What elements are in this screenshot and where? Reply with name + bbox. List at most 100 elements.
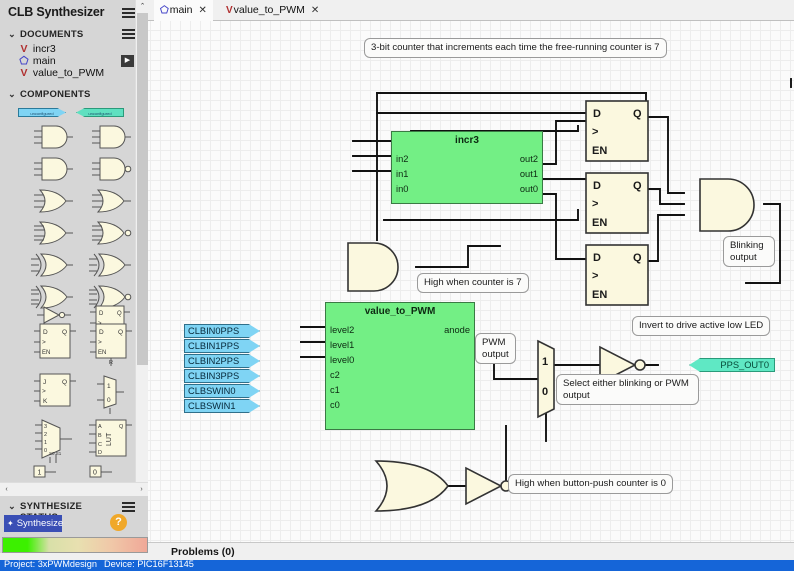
comment-high-when-counter-7[interactable]: High when counter is 7 <box>417 273 529 293</box>
play-icon[interactable]: ▶ <box>121 55 134 67</box>
svg-text:Q: Q <box>633 108 642 120</box>
scroll-up-arrow-icon[interactable]: ⌃ <box>136 0 148 13</box>
tab-main[interactable]: ⬠main ✕ <box>154 0 213 21</box>
port-anode[interactable]: anode <box>444 325 470 335</box>
tab-label: main <box>169 4 193 16</box>
wand-icon: ✦ <box>7 519 14 528</box>
palette-nor-gate-2[interactable] <box>90 218 132 248</box>
sidebar-vertical-scrollbar[interactable]: ⌃ ⌄ <box>135 0 148 490</box>
port-in2[interactable]: in2 <box>396 154 408 164</box>
svg-text:>: > <box>42 388 46 395</box>
svg-text:>: > <box>592 270 598 282</box>
comment-invert-led[interactable]: Invert to drive active low LED <box>632 316 771 336</box>
palette-xor-gate-2[interactable] <box>88 250 132 280</box>
palette-lut[interactable]: A B C D Q LUT <box>86 416 132 464</box>
svg-text:D: D <box>593 180 601 192</box>
sidebar-scroll-thumb[interactable] <box>137 13 148 365</box>
palette-nand-gate-2[interactable] <box>90 154 132 184</box>
svg-text:K: K <box>43 398 48 405</box>
port-c0[interactable]: c0 <box>330 400 340 410</box>
document-item-value-to-pwm[interactable]: V value_to_PWM <box>18 67 104 81</box>
comment-select-blink-pwm[interactable]: Select either blinking or PWM output <box>556 374 699 405</box>
port-level1[interactable]: level1 <box>330 340 354 350</box>
chevron-down-icon: ⌄ <box>8 89 16 99</box>
svg-text:Q: Q <box>117 311 122 317</box>
help-badge[interactable]: ? <box>110 514 127 531</box>
scroll-right-arrow-icon[interactable]: › <box>135 483 148 496</box>
palette-mux-2to1[interactable]: 1 0 <box>94 370 128 416</box>
port-c1[interactable]: c1 <box>330 385 340 395</box>
tab-value-to-pwm[interactable]: Vvalue_to_PWM ✕ <box>220 0 325 21</box>
main-menu-icon[interactable] <box>122 8 135 19</box>
input-pin-clbin3pps[interactable]: CLBIN3PPS <box>184 369 260 383</box>
comment-blinking-output[interactable]: Blinking output <box>723 236 775 267</box>
input-pin-clbswin1[interactable]: CLBSWIN1 <box>184 399 260 413</box>
problems-bar[interactable]: Problems (0) <box>148 542 794 560</box>
palette-and-gate-2[interactable] <box>90 122 132 152</box>
synthesize-button[interactable]: ✦ Synthesize <box>4 515 63 532</box>
port-out1[interactable]: out1 <box>520 169 538 179</box>
input-pin-clbin1pps[interactable]: CLBIN1PPS <box>184 339 260 353</box>
sidebar-horizontal-scrollbar[interactable]: ‹ › <box>0 482 148 496</box>
palette-nor-gate[interactable] <box>32 218 74 248</box>
verilog-file-icon: V <box>20 67 28 79</box>
port-out2[interactable]: out2 <box>520 154 538 164</box>
palette-input-pin[interactable]: unconfigured <box>18 108 66 117</box>
palette-or-gate-2[interactable] <box>90 186 132 216</box>
components-section-label: COMPONENTS <box>20 89 91 100</box>
input-pin-clbin0pps[interactable]: CLBIN0PPS <box>184 324 260 338</box>
output-pin-pps-out0[interactable]: PPS_OUT0 <box>689 358 775 372</box>
svg-text:Q: Q <box>62 329 67 336</box>
palette-mux-4to1[interactable]: 3 2 1 0 S0 S1 <box>30 416 76 464</box>
port-level2[interactable]: level2 <box>330 325 354 335</box>
svg-text:D: D <box>43 329 48 336</box>
palette-jk-flipflop[interactable]: J Q > K <box>32 370 78 416</box>
block-value-to-pwm[interactable]: value_to_PWM level2 level1 level0 c2 c1 … <box>325 302 475 430</box>
port-in1[interactable]: in1 <box>396 169 408 179</box>
svg-text:D: D <box>99 311 104 317</box>
palette-not-gate[interactable] <box>34 286 74 324</box>
port-out0[interactable]: out0 <box>520 184 538 194</box>
port-in0[interactable]: in0 <box>396 184 408 194</box>
port-level0[interactable]: level0 <box>330 355 354 365</box>
output-mux: 1 0 <box>537 339 555 419</box>
svg-text:0: 0 <box>542 386 548 398</box>
or-gate-bottom <box>374 460 449 512</box>
chevron-down-icon: ⌄ <box>8 29 16 39</box>
svg-text:D: D <box>593 108 601 120</box>
input-pin-clbin2pps[interactable]: CLBIN2PPS <box>184 354 260 368</box>
input-pin-clbswin0[interactable]: CLBSWIN0 <box>184 384 260 398</box>
synthesize-menu-icon[interactable] <box>122 502 135 513</box>
port-c2[interactable]: c2 <box>330 370 340 380</box>
svg-text:>: > <box>592 198 598 210</box>
close-icon[interactable]: ✕ <box>198 5 206 16</box>
status-project: Project: 3xPWMdesign <box>4 559 97 569</box>
block-title: incr3 <box>455 135 479 146</box>
d-flipflop-1: D Q > EN <box>585 172 649 234</box>
scroll-left-arrow-icon[interactable]: ‹ <box>0 483 13 496</box>
palette-or-gate[interactable] <box>32 186 74 216</box>
svg-text:>: > <box>98 339 102 346</box>
palette-d-flipflop-enable[interactable]: D Q > EN <box>32 320 78 366</box>
svg-text:D: D <box>99 329 104 336</box>
svg-text:1: 1 <box>542 356 548 368</box>
left-sidebar: CLB Synthesizer ⌄ DOCUMENTS V incr3 ⬠ ma… <box>0 0 148 553</box>
comment-high-button-counter-0[interactable]: High when button-push counter is 0 <box>508 474 673 494</box>
close-icon[interactable]: ✕ <box>311 5 319 16</box>
block-incr3[interactable]: incr3 in2 in1 in0 out2 out1 out0 <box>391 131 543 204</box>
palette-and-gate[interactable] <box>32 122 74 152</box>
tab-label: value_to_PWM <box>233 4 305 16</box>
comment-counter-description[interactable]: 3-bit counter that increments each time … <box>364 38 667 58</box>
palette-constant-zero[interactable]: 0 <box>88 464 118 478</box>
palette-output-pin[interactable]: unconfigured <box>76 108 124 117</box>
palette-xor-gate[interactable] <box>30 250 74 280</box>
svg-text:EN: EN <box>98 350 106 356</box>
schematic-canvas[interactable]: D Q > EN D Q > EN D Q > EN 1 0 incr3 in2… <box>148 21 794 542</box>
palette-constant-one[interactable]: 1 <box>32 464 62 478</box>
documents-menu-icon[interactable] <box>122 29 135 40</box>
comment-pwm-output[interactable]: PWM output <box>475 333 516 364</box>
palette-nand-gate[interactable] <box>32 154 74 184</box>
chevron-down-icon: ⌄ <box>8 501 16 511</box>
svg-text:A: A <box>98 424 102 430</box>
palette-d-flipflop-enable-reset[interactable]: D Q > EN R <box>88 320 132 370</box>
